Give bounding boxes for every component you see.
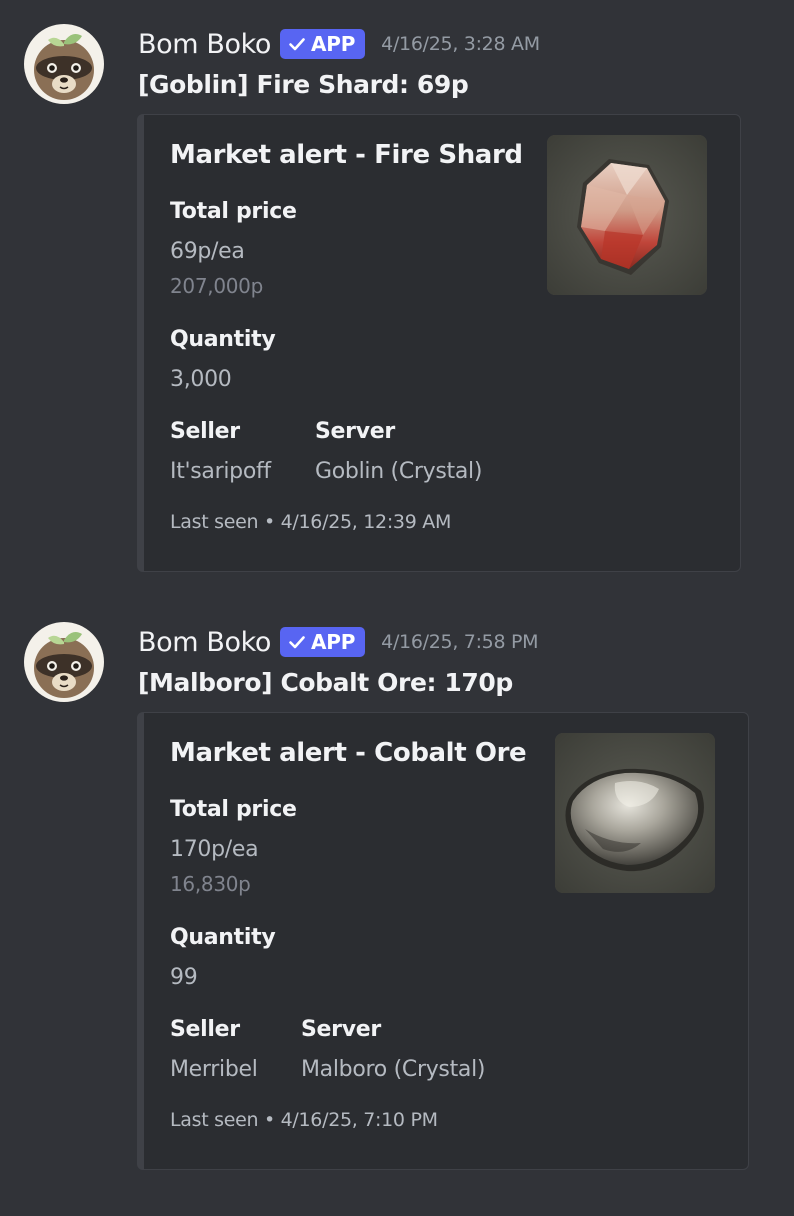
field-seller-label: Seller <box>170 419 240 444</box>
checkmark-icon <box>289 38 305 51</box>
embed-title: Market alert - Cobalt Ore <box>170 738 527 768</box>
message: Bom Boko APP 4/16/25, 3:28 AM [Goblin] F… <box>0 0 794 590</box>
field-quantity-value: 3,000 <box>170 367 232 392</box>
app-badge: APP <box>279 627 366 657</box>
cobalt-ore-icon <box>555 733 715 893</box>
field-quantity-label: Quantity <box>170 327 276 352</box>
field-server-label: Server <box>301 1017 381 1042</box>
field-quantity-value: 99 <box>170 965 198 990</box>
embed-footer: Last seen • 4/16/25, 7:10 PM <box>170 1109 438 1131</box>
message-content: [Malboro] Cobalt Ore: 170p <box>138 668 513 697</box>
field-total-price-each: 69p/ea <box>170 239 245 264</box>
embed-thumbnail[interactable] <box>555 733 715 893</box>
message-timestamp[interactable]: 4/16/25, 3:28 AM <box>381 33 540 55</box>
market-alert-embed: Market alert - Cobalt Ore Total price 17… <box>137 712 749 1170</box>
message-timestamp[interactable]: 4/16/25, 7:58 PM <box>381 631 538 653</box>
fire-shard-icon <box>547 135 707 295</box>
embed-title: Market alert - Fire Shard <box>170 140 523 170</box>
field-total-price-sum: 207,000p <box>170 274 264 298</box>
market-alert-embed: Market alert - Fire Shard Total price 69… <box>137 114 741 572</box>
message-header: Bom Boko APP 4/16/25, 3:28 AM <box>138 26 540 62</box>
field-total-price-sum: 16,830p <box>170 872 251 896</box>
field-seller-value: It'saripoff <box>170 459 271 484</box>
avatar[interactable] <box>24 24 104 104</box>
field-seller-label: Seller <box>170 1017 240 1042</box>
avatar[interactable] <box>24 622 104 702</box>
app-badge-label: APP <box>310 32 356 56</box>
message-content: [Goblin] Fire Shard: 69p <box>138 70 469 99</box>
raccoon-avatar-icon <box>24 622 104 702</box>
field-seller-value: Merribel <box>170 1057 258 1082</box>
message: Bom Boko APP 4/16/25, 7:58 PM [Malboro] … <box>0 598 794 1198</box>
embed-footer: Last seen • 4/16/25, 12:39 AM <box>170 511 452 533</box>
checkmark-icon <box>289 636 305 649</box>
message-header: Bom Boko APP 4/16/25, 7:58 PM <box>138 624 539 660</box>
author-name[interactable]: Bom Boko <box>138 29 271 60</box>
field-server-label: Server <box>315 419 395 444</box>
raccoon-avatar-icon <box>24 24 104 104</box>
field-total-price-each: 170p/ea <box>170 837 259 862</box>
field-server-value: Malboro (Crystal) <box>301 1057 486 1082</box>
field-server-value: Goblin (Crystal) <box>315 459 483 484</box>
field-quantity-label: Quantity <box>170 925 276 950</box>
app-badge: APP <box>279 29 366 59</box>
author-name[interactable]: Bom Boko <box>138 627 271 658</box>
field-total-price-label: Total price <box>170 797 297 822</box>
field-total-price-label: Total price <box>170 199 297 224</box>
embed-thumbnail[interactable] <box>547 135 707 295</box>
app-badge-label: APP <box>310 630 356 654</box>
